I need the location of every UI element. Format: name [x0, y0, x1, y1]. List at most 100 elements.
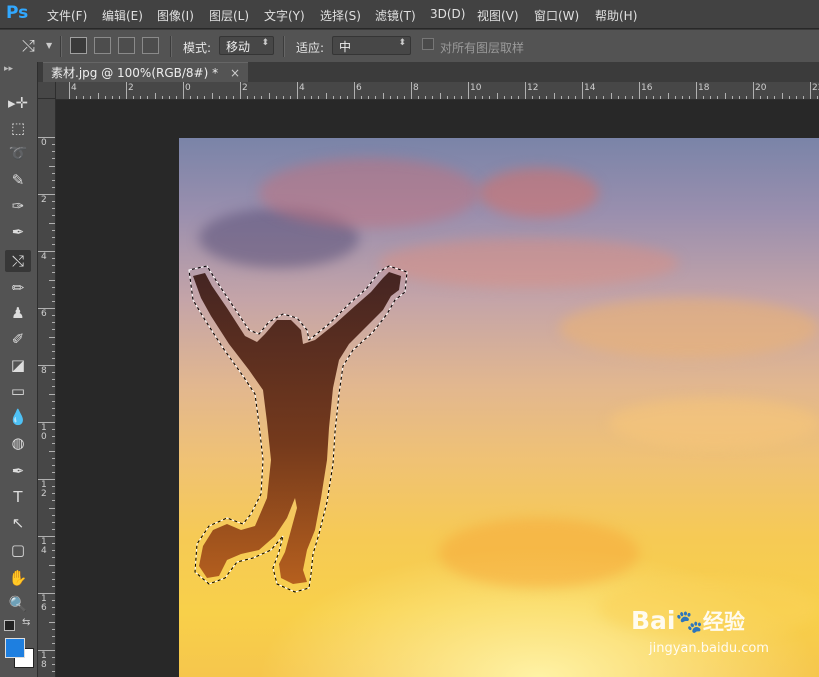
ruler-minor-tick	[52, 457, 55, 459]
ruler-minor-tick	[710, 96, 712, 99]
ruler-minor-tick	[275, 96, 277, 99]
menu-help[interactable]: 帮助(H)	[595, 7, 637, 24]
menu-file[interactable]: 文件(F)	[47, 7, 87, 24]
ruler-label: 16	[641, 83, 653, 93]
ruler-minor-tick	[52, 329, 55, 331]
content-aware-move-tool-icon[interactable]: ⤭	[5, 250, 31, 272]
add-to-selection-button[interactable]	[94, 37, 111, 54]
marquee-tool-icon[interactable]: ⬚	[5, 117, 31, 139]
horizontal-ruler[interactable]: 420246810121416182022	[56, 82, 819, 100]
ruler-minor-tick	[539, 96, 541, 99]
ruler-label: 18	[698, 83, 710, 93]
menu-select[interactable]: 选择(S)	[320, 7, 361, 24]
mode-label: 模式:	[183, 41, 212, 55]
shape-tool-icon[interactable]: ▢	[5, 539, 31, 561]
move-tool-icon[interactable]: ▸✛	[5, 92, 31, 114]
canvas-area[interactable]: Bai🐾经验 jingyan.baidu.com	[56, 100, 819, 677]
document-image[interactable]: Bai🐾经验 jingyan.baidu.com	[179, 138, 819, 677]
dodge-tool-icon[interactable]: ◍	[5, 432, 31, 454]
adapt-value: 中	[339, 40, 352, 54]
sample-all-layers-checkbox[interactable]	[422, 38, 434, 50]
swap-colors-icon[interactable]: ⇆	[22, 617, 30, 628]
history-brush-tool-icon[interactable]: ✐	[5, 328, 31, 350]
ruler-minor-tick	[52, 201, 55, 203]
ruler-minor-tick	[325, 93, 327, 99]
type-tool-icon[interactable]: T	[5, 486, 31, 508]
menu-layer[interactable]: 图层(L)	[209, 7, 249, 24]
menu-type[interactable]: 文字(Y)	[264, 7, 305, 24]
ruler-minor-tick	[49, 564, 55, 566]
ruler-minor-tick	[460, 96, 462, 99]
clone-stamp-tool-icon[interactable]: ♟	[5, 302, 31, 324]
eyedropper-tool-icon[interactable]: ✒	[5, 221, 31, 243]
foreground-color-swatch[interactable]	[5, 638, 25, 658]
ruler-minor-tick	[52, 635, 55, 637]
menu-3d[interactable]: 3D(D)	[430, 7, 465, 21]
ruler-minor-tick	[382, 93, 384, 99]
menu-image[interactable]: 图像(I)	[157, 7, 194, 24]
adapt-select[interactable]: 中 ⬍	[332, 36, 411, 55]
chevron-down-icon[interactable]: ▼	[46, 41, 52, 50]
brush-tool-icon[interactable]: ✏	[5, 277, 31, 299]
ruler-minor-tick	[289, 96, 291, 99]
document-tab[interactable]: 素材.jpg @ 100%(RGB/8#) * ×	[43, 62, 248, 83]
ruler-label: 16	[41, 594, 47, 613]
zoom-tool-icon[interactable]: 🔍	[5, 593, 31, 615]
ruler-minor-tick	[788, 96, 790, 99]
hand-tool-icon[interactable]: ✋	[5, 567, 31, 589]
document-tab-title: 素材.jpg @ 100%(RGB/8#) *	[51, 66, 219, 80]
blur-tool-icon[interactable]: 💧	[5, 406, 31, 428]
menu-window[interactable]: 窗口(W)	[534, 7, 579, 24]
document-tab-bar: 素材.jpg @ 100%(RGB/8#) * ×	[38, 62, 819, 83]
eraser-tool-icon[interactable]: ◪	[5, 354, 31, 376]
ruler-minor-tick	[268, 93, 270, 99]
ruler-minor-tick	[717, 96, 719, 99]
ruler-minor-tick	[667, 93, 669, 99]
ruler-minor-tick	[52, 300, 55, 302]
ruler-major-tick	[810, 82, 811, 99]
panel-grip-icon[interactable]: ▸▸	[4, 64, 13, 74]
ruler-minor-tick	[624, 96, 626, 99]
content-aware-move-tool-preset-icon[interactable]: ⤭	[22, 36, 35, 56]
ruler-major-tick	[69, 82, 70, 99]
ruler-label: 6	[356, 83, 362, 93]
ruler-label: 4	[71, 83, 77, 93]
path-selection-tool-icon[interactable]: ↖	[5, 512, 31, 534]
subtract-from-selection-button[interactable]	[118, 37, 135, 54]
ruler-minor-tick	[49, 279, 55, 281]
jumping-person-silhouette[interactable]	[179, 138, 819, 677]
default-colors-icon[interactable]	[4, 620, 15, 631]
ruler-minor-tick	[49, 507, 55, 509]
gradient-tool-icon[interactable]: ▭	[5, 380, 31, 402]
ruler-minor-tick	[482, 96, 484, 99]
menu-view[interactable]: 视图(V)	[477, 7, 519, 24]
ruler-major-tick	[240, 82, 241, 99]
vertical-ruler[interactable]: 0 2 4 6 8 10 12 14 16 18	[38, 99, 56, 677]
ruler-minor-tick	[211, 93, 213, 99]
ruler-minor-tick	[52, 407, 55, 409]
ruler-minor-tick	[218, 96, 220, 99]
close-icon[interactable]: ×	[230, 66, 240, 80]
lasso-tool-icon[interactable]: ➰	[5, 142, 31, 164]
pen-tool-icon[interactable]: ✒	[5, 460, 31, 482]
ruler-minor-tick	[396, 96, 398, 99]
tools-panel: ▸▸ ▸✛ ⬚ ➰ ✎ ✑ ✒ ⤭ ✏ ♟ ✐ ◪ ▭ 💧 ◍ ✒ T ↖ ▢ ✋ 🔍 ⇆	[0, 62, 38, 677]
mode-select[interactable]: 移动 ⬍	[219, 36, 274, 55]
new-selection-button[interactable]	[70, 37, 87, 54]
crop-tool-icon[interactable]: ✑	[5, 195, 31, 217]
ruler-label: 14	[41, 537, 47, 556]
select-arrows-icon: ⬍	[261, 38, 269, 48]
ruler-minor-tick	[52, 286, 55, 288]
ruler-origin[interactable]	[38, 82, 56, 99]
ruler-minor-tick	[532, 96, 534, 99]
ruler-minor-tick	[432, 96, 434, 99]
ruler-minor-tick	[339, 96, 341, 99]
ruler-minor-tick	[574, 96, 576, 99]
menu-edit[interactable]: 编辑(E)	[102, 7, 143, 24]
menu-filter[interactable]: 滤镜(T)	[375, 7, 416, 24]
ruler-minor-tick	[52, 443, 55, 445]
intersect-selection-button[interactable]	[142, 37, 159, 54]
quick-selection-tool-icon[interactable]: ✎	[5, 169, 31, 191]
ruler-minor-tick	[760, 96, 762, 99]
menu-bar: Ps 文件(F) 编辑(E) 图像(I) 图层(L) 文字(Y) 选择(S) 滤…	[0, 0, 819, 28]
